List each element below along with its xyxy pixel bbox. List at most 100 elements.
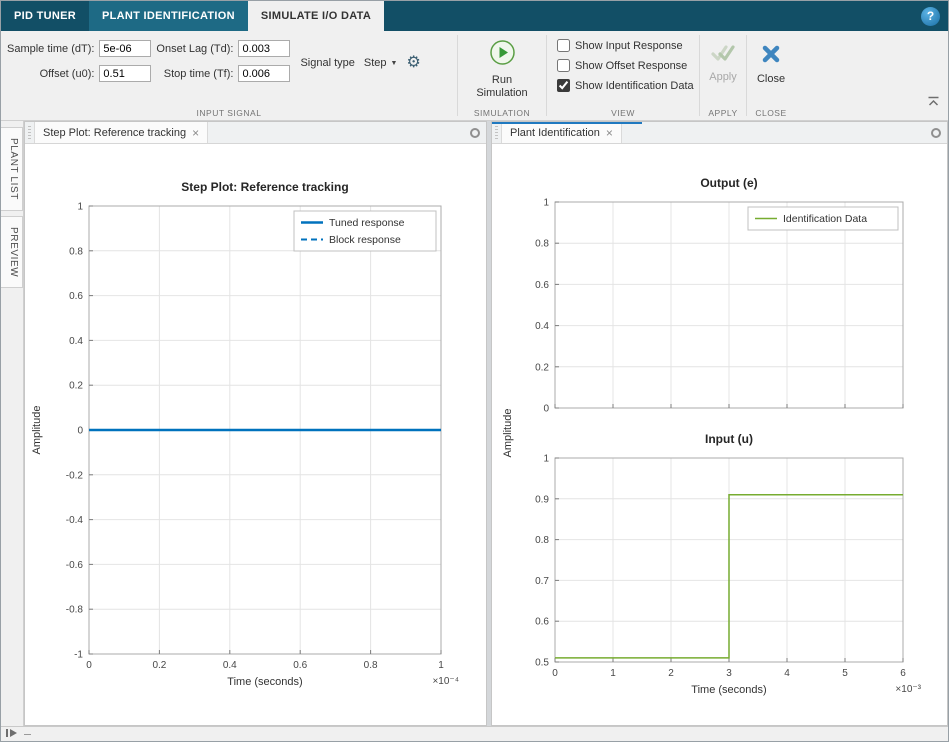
output-chart: 0 0.2 0.4 0.6 0.8 1 Output (e) Identification D… <box>535 176 904 415</box>
input-signal-fields: Sample time (dT): Onset Lag (Td): Offset… <box>7 40 291 82</box>
onset-lag-label: Onset Lag (Td): <box>156 42 234 55</box>
svg-text:0.2: 0.2 <box>69 381 83 392</box>
svg-text:0.4: 0.4 <box>223 660 237 671</box>
step-plot-tab-label: Step Plot: Reference tracking <box>43 126 187 139</box>
sample-time-label: Sample time (dT): <box>7 42 95 55</box>
svg-text:0.6: 0.6 <box>293 660 307 671</box>
svg-text:Output (e): Output (e) <box>700 176 757 190</box>
collapse-toolstrip-icon[interactable] <box>927 94 940 112</box>
show-offset-response-label: Show Offset Response <box>575 59 688 72</box>
section-simulation: Run Simulation SIMULATION <box>458 31 546 120</box>
section-view: Show Input Response Show Offset Response… <box>547 31 699 120</box>
svg-text:0.6: 0.6 <box>535 280 549 291</box>
panel-options-icon[interactable] <box>931 127 941 138</box>
chevron-down-icon: ▼ <box>390 59 398 67</box>
svg-text:Time (seconds): Time (seconds) <box>227 676 302 688</box>
step-plot-tab[interactable]: Step Plot: Reference tracking × <box>34 122 209 143</box>
input-chart: 0 1 2 3 4 5 6 0.5 0.6 0.7 0.8 0.9 1 Input (u) Time (se… <box>535 432 922 696</box>
onset-lag-input[interactable] <box>238 40 291 57</box>
plant-identification-content: Amplitude 0 0.2 0.4 0.6 0.8 1 Output (e) Identi… <box>492 144 947 725</box>
tab-plant-identification[interactable]: PLANT IDENTIFICATION <box>88 1 248 31</box>
apply-section-label: APPLY <box>708 108 738 118</box>
show-identification-data-checkbox[interactable] <box>557 79 570 92</box>
signal-type-value: Step <box>363 57 387 69</box>
signal-type-label: Signal type <box>300 57 355 69</box>
signal-type-dropdown[interactable]: Step ▼ <box>361 55 401 71</box>
show-offset-response-checkbox[interactable] <box>557 59 570 72</box>
run-simulation-button[interactable]: Run Simulation <box>471 39 533 100</box>
svg-text:Time (seconds): Time (seconds) <box>691 684 766 696</box>
svg-text:×10⁻⁴: ×10⁻⁴ <box>432 676 459 687</box>
plant-identification-tab[interactable]: Plant Identification × <box>501 122 622 143</box>
step-plot-panel: Step Plot: Reference tracking × 0 0.2 0.4 0… <box>24 121 487 726</box>
gear-icon[interactable]: ⚙ <box>406 55 420 71</box>
svg-text:0.8: 0.8 <box>364 660 378 671</box>
close-button[interactable]: Close <box>740 43 802 86</box>
svg-text:0.8: 0.8 <box>535 535 549 546</box>
svg-text:0: 0 <box>86 660 92 671</box>
close-tab-icon[interactable]: × <box>606 127 613 139</box>
sidebar-tab-preview[interactable]: PREVIEW <box>1 215 23 289</box>
side-tab-strip: PLANT LIST PREVIEW <box>1 121 24 726</box>
show-input-response-label: Show Input Response <box>575 39 683 52</box>
svg-text:1: 1 <box>610 668 616 679</box>
svg-text:0.9: 0.9 <box>535 494 549 505</box>
svg-text:×10⁻³: ×10⁻³ <box>895 684 921 695</box>
apply-check-icon <box>710 43 736 68</box>
run-icon <box>489 39 516 71</box>
close-label: Close <box>756 73 786 85</box>
help-icon[interactable]: ? <box>921 6 940 26</box>
svg-text:-0.8: -0.8 <box>66 605 84 616</box>
svg-text:-0.4: -0.4 <box>66 515 84 526</box>
svg-text:0: 0 <box>552 668 558 679</box>
panel-options-icon[interactable] <box>470 127 480 138</box>
svg-text:3: 3 <box>726 668 732 679</box>
svg-text:0: 0 <box>77 426 83 437</box>
svg-text:-0.2: -0.2 <box>66 470 84 481</box>
document-area: PLANT LIST PREVIEW Step Plot: Reference … <box>1 121 948 726</box>
show-input-response-row[interactable]: Show Input Response <box>557 39 699 52</box>
close-tab-icon[interactable]: × <box>192 127 199 139</box>
ribbon-spacer <box>795 31 948 120</box>
svg-text:0.5: 0.5 <box>535 658 549 669</box>
tab-pid-tuner[interactable]: PID TUNER <box>1 1 89 31</box>
svg-text:4: 4 <box>784 668 790 679</box>
close-x-icon <box>760 43 782 70</box>
svg-text:0.7: 0.7 <box>535 576 549 587</box>
svg-text:Input (u): Input (u) <box>705 432 753 446</box>
svg-text:0.2: 0.2 <box>152 660 166 671</box>
sidebar-tab-plant-list[interactable]: PLANT LIST <box>1 127 23 211</box>
input-signal-section-label: INPUT SIGNAL <box>196 108 262 118</box>
tab-simulate-io-data[interactable]: SIMULATE I/O DATA <box>247 1 385 31</box>
svg-text:1: 1 <box>438 660 444 671</box>
svg-text:2: 2 <box>668 668 674 679</box>
show-offset-response-row[interactable]: Show Offset Response <box>557 59 699 72</box>
signal-type-group: Signal type Step ▼ ⚙ <box>300 55 420 71</box>
section-input-signal: Sample time (dT): Onset Lag (Td): Offset… <box>1 31 457 120</box>
svg-text:-0.6: -0.6 <box>66 560 84 571</box>
svg-text:Identification Data: Identification Data <box>783 213 867 225</box>
svg-text:Block response: Block response <box>329 234 401 246</box>
sample-time-input[interactable] <box>99 40 152 57</box>
svg-text:0.8: 0.8 <box>69 246 83 257</box>
drag-handle[interactable] <box>28 126 31 139</box>
simulation-section-label: SIMULATION <box>473 108 531 118</box>
svg-text:0.6: 0.6 <box>535 617 549 628</box>
toolstrip-tabbar: PID TUNER PLANT IDENTIFICATION SIMULATE … <box>1 1 948 31</box>
show-identification-data-row[interactable]: Show Identification Data <box>557 79 699 92</box>
svg-text:0.4: 0.4 <box>535 321 549 332</box>
show-identification-data-label: Show Identification Data <box>575 79 694 92</box>
show-panel-icon[interactable] <box>5 725 18 741</box>
step-plot-chart: 0 0.2 0.4 0.6 0.8 1 -1 -0.8 -0.6 -0.4 -0.2 0 0.2 0.4 0… <box>31 180 459 688</box>
step-plot-tabbar: Step Plot: Reference tracking × <box>25 122 486 144</box>
drag-handle[interactable] <box>495 126 498 139</box>
svg-text:0.4: 0.4 <box>69 336 83 347</box>
svg-text:-1: -1 <box>74 650 83 661</box>
svg-text:Amplitude: Amplitude <box>31 406 43 455</box>
show-input-response-checkbox[interactable] <box>557 39 570 52</box>
plant-identification-panel: Plant Identification × Amplitude 0 0.2 0.4… <box>491 121 948 726</box>
pid-tuner-window: PID TUNER PLANT IDENTIFICATION SIMULATE … <box>0 0 949 742</box>
stop-time-input[interactable] <box>238 65 291 82</box>
svg-text:0.2: 0.2 <box>535 362 549 373</box>
offset-input[interactable] <box>99 65 152 82</box>
